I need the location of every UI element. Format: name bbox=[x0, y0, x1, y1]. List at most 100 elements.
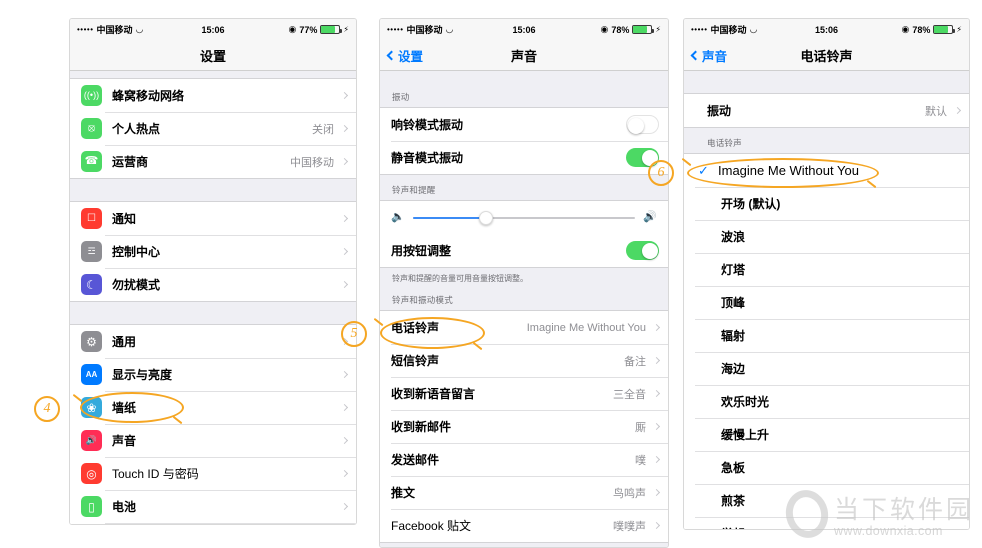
row-value: 三全音 bbox=[613, 388, 646, 401]
sidebar-item-carrier[interactable]: ☎ 运营商 中国移动 bbox=[70, 145, 356, 178]
settings-list[interactable]: ((•)) 蜂窝移动网络 ⦻ 个人热点 关闭 ☎ 运营商 中国移动 ☐ 通知 ☲… bbox=[70, 71, 356, 524]
row-label: 振动 bbox=[707, 104, 732, 118]
chevron-right-icon bbox=[652, 522, 661, 530]
row-label: 煎茶 bbox=[721, 494, 746, 508]
row-vibrate-on-ring[interactable]: 响铃模式振动 bbox=[380, 108, 668, 141]
row-facebook-post[interactable]: Facebook 贴文 噗噗声 bbox=[380, 509, 668, 543]
sidebar-item-touch-id[interactable]: ◎ Touch ID 与密码 bbox=[70, 457, 356, 490]
row-label: 勿扰模式 bbox=[112, 278, 161, 292]
row-value: 噗噗声 bbox=[613, 520, 646, 533]
list-gap bbox=[380, 71, 668, 82]
sidebar-item-battery[interactable]: ▯ 电池 bbox=[70, 490, 356, 523]
chevron-right-icon bbox=[340, 91, 349, 100]
volume-slider-row[interactable]: 🔈 🔊 bbox=[380, 201, 668, 234]
ringer-footnote: 铃声和提醒的音量可用音量按钮调整。 bbox=[380, 268, 668, 293]
row-value: 厮 bbox=[635, 421, 646, 434]
battery-icon bbox=[632, 25, 655, 34]
sidebar-item-wallpaper[interactable]: ❀ 墙纸 bbox=[70, 391, 356, 424]
status-bar-right: ◉ 77% ⚡ bbox=[289, 24, 350, 35]
status-bar-left: ••••• 中国移动 ◡ bbox=[691, 23, 757, 36]
phone-panel-sounds: ••••• 中国移动 ◡ 15:06 ◉ 78% ⚡ 设置 声音 振动 响铃模式… bbox=[379, 18, 669, 548]
sidebar-item-notifications[interactable]: ☐ 通知 bbox=[70, 202, 356, 235]
display-brightness-icon: AA bbox=[81, 364, 102, 385]
row-label: 灯塔 bbox=[721, 263, 746, 277]
phone-panel-ringtone: ••••• 中国移动 ◡ 15:06 ◉ 78% ⚡ 声音 电话铃声 振动 默认… bbox=[683, 18, 970, 530]
back-button[interactable]: 设置 bbox=[386, 46, 423, 65]
toggle-change-with-buttons[interactable] bbox=[626, 241, 659, 260]
row-change-with-buttons[interactable]: 用按钮调整 bbox=[380, 234, 668, 267]
row-text-tone[interactable]: 短信铃声 备注 bbox=[380, 344, 668, 378]
list-item-ringtone[interactable]: 海边 bbox=[684, 352, 969, 385]
chevron-right-icon bbox=[340, 370, 349, 379]
list-item-ringtone[interactable]: 顶峰 bbox=[684, 286, 969, 319]
row-tweet[interactable]: 推文 鸟鸣声 bbox=[380, 476, 668, 510]
chevron-right-icon bbox=[340, 280, 349, 289]
list-item-ringtone[interactable]: 开场 (默认) bbox=[684, 187, 969, 220]
row-label: 用按钮调整 bbox=[391, 244, 452, 258]
settings-group-system: ⚙ 通用 AA 显示与亮度 ❀ 墙纸 🔊 声音 ◎ Touch ID 与密码 ▯… bbox=[70, 324, 356, 524]
chevron-right-icon bbox=[652, 357, 661, 365]
ringtone-list[interactable]: 振动 默认 电话铃声 ✓ Imagine Me Without You 开场 (… bbox=[684, 71, 969, 529]
chevron-right-icon bbox=[340, 247, 349, 256]
sidebar-item-privacy[interactable]: ✋ 隐私 bbox=[70, 523, 356, 524]
row-sent-mail[interactable]: 发送邮件 噗 bbox=[380, 443, 668, 477]
wallpaper-icon: ❀ bbox=[81, 397, 102, 418]
row-vibrate-on-silent[interactable]: 静音模式振动 bbox=[380, 141, 668, 174]
row-vibration[interactable]: 振动 默认 bbox=[684, 94, 969, 127]
bolt-icon: ⚡ bbox=[956, 25, 962, 34]
phone-panel-settings: ••••• 中国移动 ◡ 15:06 ◉ 77% ⚡ 设置 ((•)) 蜂窝移动… bbox=[69, 18, 357, 525]
list-item-ringtone[interactable]: 波浪 bbox=[684, 220, 969, 253]
sidebar-item-sounds[interactable]: 🔊 声音 bbox=[70, 424, 356, 457]
back-button[interactable]: 声音 bbox=[690, 46, 727, 65]
list-item-ringtone[interactable]: 举起 bbox=[684, 517, 969, 529]
row-label: 蜂窝移动网络 bbox=[112, 89, 185, 103]
sounds-list[interactable]: 振动 响铃模式振动 静音模式振动 铃声和提醒 🔈 🔊 用按钮调整 铃声和提醒的音… bbox=[380, 71, 668, 547]
notifications-icon: ☐ bbox=[81, 208, 102, 229]
row-label: 显示与亮度 bbox=[112, 368, 173, 382]
sidebar-item-general[interactable]: ⚙ 通用 bbox=[70, 325, 356, 358]
screenshot-root: ••••• 中国移动 ◡ 15:06 ◉ 77% ⚡ 设置 ((•)) 蜂窝移动… bbox=[0, 0, 982, 548]
row-label: 墙纸 bbox=[112, 401, 137, 415]
section-header-vibrate: 振动 bbox=[380, 82, 668, 107]
list-item-ringtone[interactable]: 辐射 bbox=[684, 319, 969, 352]
sidebar-item-control-center[interactable]: ☲ 控制中心 bbox=[70, 235, 356, 268]
carrier-label: 中国移动 bbox=[96, 25, 133, 35]
list-item-ringtone[interactable]: 欢乐时光 bbox=[684, 385, 969, 418]
marker-5: 5 bbox=[341, 321, 367, 347]
battery-percent-label: 78% bbox=[912, 24, 931, 35]
row-value: 中国移动 bbox=[290, 156, 334, 169]
list-item-ringtone[interactable]: 灯塔 bbox=[684, 253, 969, 286]
chevron-left-icon bbox=[690, 50, 701, 60]
chevron-right-icon bbox=[340, 403, 349, 412]
list-item-ringtone[interactable]: 缓慢上升 bbox=[684, 418, 969, 451]
checkmark-icon: ✓ bbox=[698, 162, 709, 178]
speaker-mute-icon: 🔈 bbox=[391, 211, 405, 223]
touch-id-icon: ◎ bbox=[81, 463, 102, 484]
list-item-ringtone-selected[interactable]: ✓ Imagine Me Without You bbox=[684, 154, 969, 187]
chevron-right-icon bbox=[340, 469, 349, 478]
status-bar-left: ••••• 中国移动 ◡ bbox=[387, 23, 453, 36]
row-new-voicemail[interactable]: 收到新语音留言 三全音 bbox=[380, 377, 668, 411]
sidebar-item-do-not-disturb[interactable]: ☾ 勿扰模式 bbox=[70, 268, 356, 301]
sidebar-item-hotspot[interactable]: ⦻ 个人热点 关闭 bbox=[70, 112, 356, 145]
section-header-ringer: 铃声和提醒 bbox=[380, 175, 668, 200]
status-bar: ••••• 中国移动 ◡ 15:06 ◉ 77% ⚡ bbox=[70, 19, 356, 40]
row-new-mail[interactable]: 收到新邮件 厮 bbox=[380, 410, 668, 444]
list-item-ringtone[interactable]: 急板 bbox=[684, 451, 969, 484]
status-bar-right: ◉ 78% ⚡ bbox=[902, 24, 963, 35]
battery-icon bbox=[933, 25, 956, 34]
volume-slider-knob[interactable] bbox=[479, 210, 494, 225]
list-item-ringtone[interactable]: 煎茶 bbox=[684, 484, 969, 517]
phone-icon: ☎ bbox=[81, 151, 102, 172]
row-ringtone[interactable]: 电话铃声 Imagine Me Without You bbox=[380, 311, 668, 345]
toggle-vibrate-on-ring[interactable] bbox=[626, 115, 659, 134]
row-label: 响铃模式振动 bbox=[391, 118, 464, 132]
control-center-icon: ☲ bbox=[81, 241, 102, 262]
row-label: 缓慢上升 bbox=[721, 428, 770, 442]
volume-slider[interactable] bbox=[412, 210, 636, 225]
do-not-disturb-icon: ☾ bbox=[81, 274, 102, 295]
row-label: 举起 bbox=[721, 525, 745, 529]
sidebar-item-cellular[interactable]: ((•)) 蜂窝移动网络 bbox=[70, 79, 356, 112]
list-gap bbox=[684, 71, 969, 93]
sidebar-item-display[interactable]: AA 显示与亮度 bbox=[70, 358, 356, 391]
